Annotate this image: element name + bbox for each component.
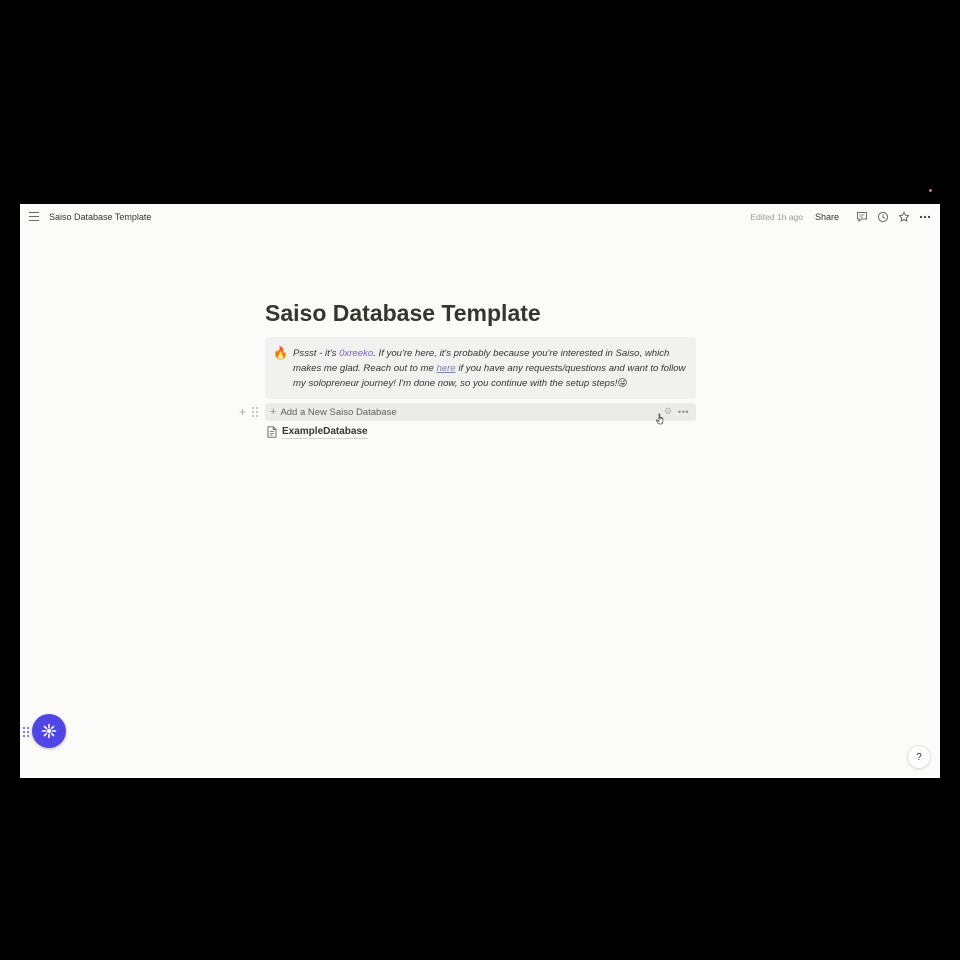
subpage-link[interactable]: ExampleDatabase	[267, 425, 368, 439]
page-icon	[267, 426, 277, 438]
callout-text-part: Pssst - it's	[293, 348, 340, 359]
more-icon[interactable]: •••	[678, 407, 689, 417]
hand-cursor-icon	[656, 413, 664, 425]
comment-icon[interactable]	[855, 210, 869, 224]
menu-icon[interactable]	[29, 212, 39, 221]
sparkle-gear-icon	[41, 723, 57, 739]
block-handles: +	[239, 405, 259, 419]
callout-text: Pssst - it's 0xreeko. If you're here, it…	[293, 346, 691, 391]
edited-status: Edited 1h ago	[750, 212, 803, 222]
help-button[interactable]: ?	[907, 745, 931, 769]
star-icon[interactable]	[897, 210, 911, 224]
breadcrumb[interactable]: Saiso Database Template	[49, 212, 151, 222]
drag-handle-icon[interactable]	[252, 407, 259, 417]
winking-face-icon: 😜	[617, 378, 628, 389]
history-icon[interactable]	[876, 210, 890, 224]
plus-icon: +	[270, 406, 277, 418]
callout-block[interactable]: 🔥 Pssst - it's 0xreeko. If you're here, …	[265, 337, 696, 399]
share-button[interactable]: Share	[815, 212, 839, 222]
page-title[interactable]: Saiso Database Template	[265, 300, 541, 327]
button-block-tools: ⚙ •••	[664, 406, 689, 417]
recording-indicator-dot	[929, 189, 932, 192]
add-block-icon[interactable]: +	[239, 405, 246, 419]
fab-drag-handle-icon[interactable]	[23, 727, 29, 737]
user-mention[interactable]: 0xreeko	[339, 348, 373, 359]
app-window: Saiso Database Template Edited 1h ago Sh…	[20, 204, 940, 778]
add-database-button[interactable]: + Add a New Saiso Database ⚙ •••	[265, 403, 696, 421]
assistant-fab-button[interactable]	[32, 714, 66, 748]
more-icon[interactable]	[918, 210, 932, 224]
here-link[interactable]: here	[436, 363, 455, 374]
subpage-label: ExampleDatabase	[282, 425, 368, 439]
add-database-label: Add a New Saiso Database	[280, 406, 397, 418]
topbar-actions: Edited 1h ago Share	[751, 209, 933, 225]
gear-icon[interactable]: ⚙	[664, 406, 672, 417]
fire-icon: 🔥	[273, 346, 288, 360]
top-bar: Saiso Database Template Edited 1h ago Sh…	[20, 204, 940, 230]
